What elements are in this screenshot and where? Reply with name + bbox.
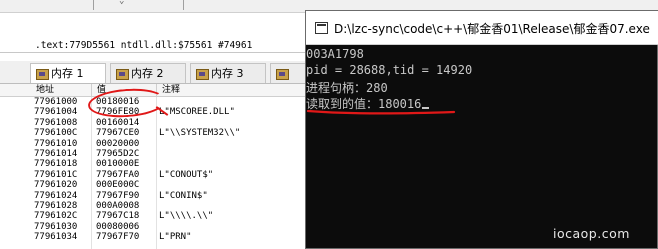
row-address: 77961004	[34, 107, 78, 118]
row-address: 77961028	[34, 200, 78, 211]
table-row[interactable]: 7796101C 77967FA0 L"CONOUT$"	[0, 170, 306, 180]
row-value: 000A0008	[96, 200, 140, 211]
memory-tab-bar: 内存 1 内存 2 内存 3	[0, 61, 312, 84]
row-comment: L"CONIN$"	[159, 190, 208, 201]
console-output[interactable]: 003A1798 pid = 28688,tid = 14920 进程句柄：28…	[306, 44, 657, 248]
row-value: 77967F90	[96, 190, 140, 201]
address-info-bar: .text:779D5561 ntdll.dll:$75561 #74961	[0, 32, 310, 53]
row-address: 77961010	[34, 138, 78, 149]
console-line: 003A1798	[306, 47, 364, 61]
row-address: 77961014	[34, 148, 78, 159]
row-comment: L"PRN"	[159, 232, 192, 243]
console-window[interactable]: D:\lzc-sync\code\c++\郁金香01\Release\郁金香07…	[305, 10, 658, 249]
console-app-icon	[315, 22, 328, 34]
memory-icon	[276, 69, 289, 80]
table-row[interactable]: 77961008 00160014	[0, 118, 306, 128]
table-row[interactable]: 77961024 77967F90 L"CONIN$"	[0, 191, 306, 201]
tab-memory-2[interactable]: 内存 2	[110, 63, 186, 83]
row-address: 77961018	[34, 159, 78, 170]
row-address: 77961020	[34, 180, 78, 191]
row-value: 00160014	[96, 117, 140, 128]
tab-label: 内存 1	[51, 67, 84, 80]
row-address: 77961008	[34, 117, 78, 128]
dump-rows: 77961000 00180016 77961004 7796FE80 L"MSCORE…	[0, 97, 306, 242]
row-value: 000E000C	[96, 180, 140, 191]
row-value: 00020000	[96, 138, 140, 149]
row-value: 00080006	[96, 221, 140, 232]
toolbar-separator	[183, 0, 184, 10]
memory-icon	[36, 69, 49, 80]
row-address: 77961000	[34, 97, 78, 107]
chevron-down-icon[interactable]: ⌄	[119, 0, 124, 6]
tab-memory-3[interactable]: 内存 3	[190, 63, 266, 83]
row-value: 77967CE0	[96, 128, 140, 139]
row-comment: L"MSCOREE.DLL"	[159, 107, 235, 118]
table-row[interactable]: 77961018 0010000E	[0, 159, 306, 169]
table-row[interactable]: 77961014 77965D2C	[0, 149, 306, 159]
toolbar-separator	[93, 0, 94, 10]
row-value: 77965D2C	[96, 148, 140, 159]
row-comment: L"\\SYSTEM32\\"	[159, 128, 241, 139]
address-info-text: .text:779D5561 ntdll.dll:$75561 #74961	[35, 40, 253, 51]
watermark: iocaop.com	[553, 226, 630, 241]
row-address: 77961024	[34, 190, 78, 201]
console-title-bar[interactable]: D:\lzc-sync\code\c++\郁金香01\Release\郁金香07…	[306, 11, 658, 45]
row-comment: L"\\\\.\\"	[159, 211, 214, 222]
table-row[interactable]: 77961028 000A0008	[0, 201, 306, 211]
red-underline-annotation	[306, 108, 456, 115]
memory-icon	[196, 69, 209, 80]
row-address: 7796101C	[34, 169, 78, 180]
row-value: 0010000E	[96, 159, 140, 170]
console-line: pid = 28688,tid = 14920	[306, 63, 473, 77]
table-row[interactable]: 7796100C 77967CE0 L"\\SYSTEM32\\"	[0, 128, 306, 138]
tab-label: 内存 2	[131, 67, 164, 80]
console-line: 进程句柄：280	[306, 81, 388, 95]
table-row[interactable]: 7796102C 77967C18 L"\\\\.\\"	[0, 211, 306, 221]
row-address: 7796102C	[34, 211, 78, 222]
table-row[interactable]: 77961034 77967F70 L"PRN"	[0, 232, 306, 242]
row-address: 77961030	[34, 221, 78, 232]
table-row[interactable]: 77961030 00080006	[0, 222, 306, 232]
column-header-comment[interactable]: 注释	[162, 84, 180, 96]
table-row[interactable]: 77961010 00020000	[0, 139, 306, 149]
column-separator	[91, 84, 92, 96]
column-header-address[interactable]: 地址	[36, 84, 54, 96]
memory-icon	[116, 69, 129, 80]
tab-memory-1[interactable]: 内存 1	[30, 63, 106, 83]
row-comment: L"CONOUT$"	[159, 169, 214, 180]
row-address: 7796100C	[34, 128, 78, 139]
row-value: 77967F70	[96, 232, 140, 243]
tab-label: 内存 3	[211, 67, 244, 80]
row-value: 77967C18	[96, 211, 140, 222]
table-row[interactable]: 77961020 000E000C	[0, 180, 306, 190]
row-address: 77961034	[34, 232, 78, 243]
row-value: 77967FA0	[96, 169, 140, 180]
red-underline-stroke	[306, 109, 456, 115]
console-title: D:\lzc-sync\code\c++\郁金香01\Release\郁金香07…	[334, 22, 650, 36]
